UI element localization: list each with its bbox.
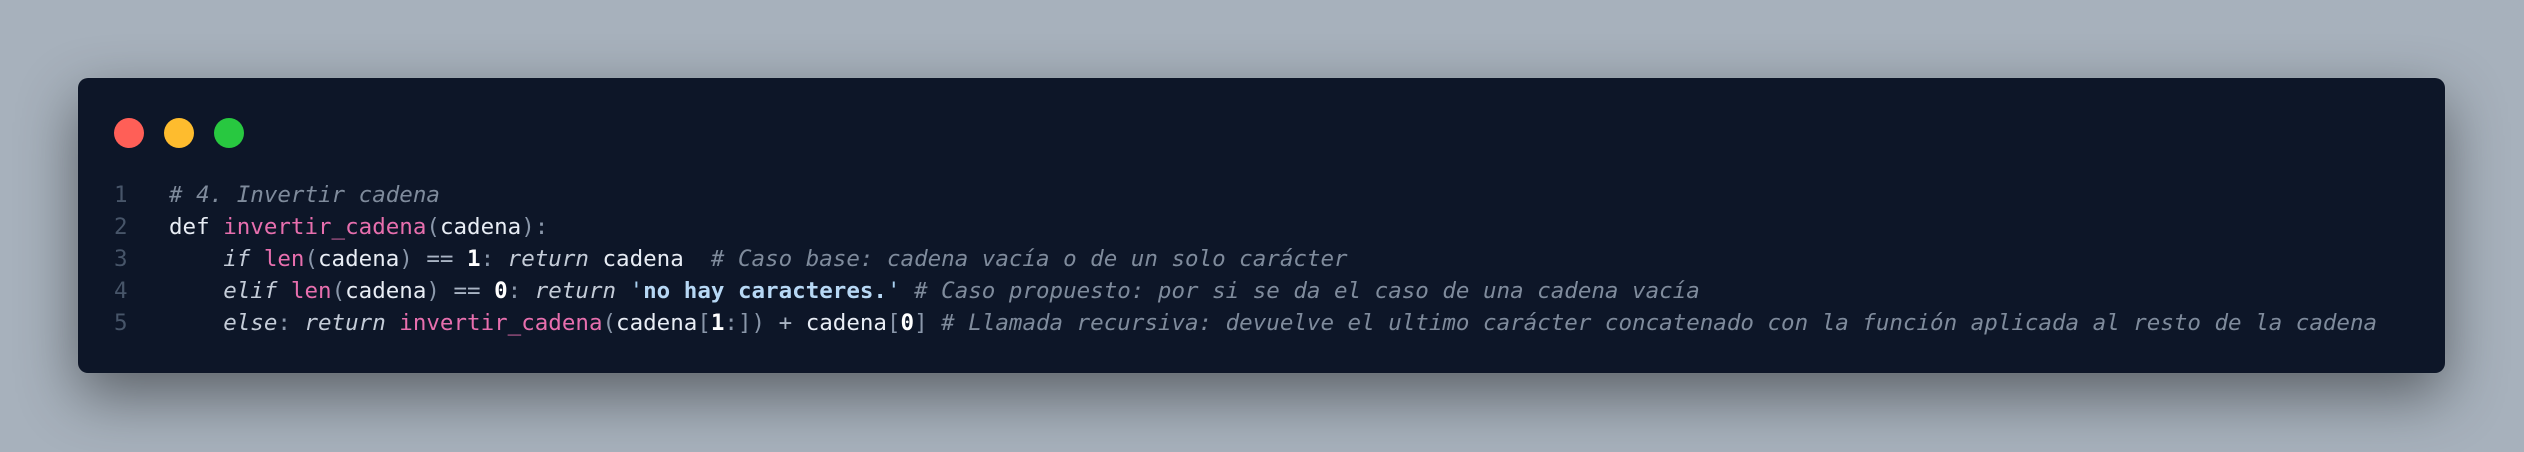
code-token-punct: ): — [521, 214, 549, 240]
code-token-comment: # 4. Invertir cadena — [169, 182, 440, 208]
code-token-ws — [589, 246, 603, 272]
code-token-punct: : — [277, 310, 291, 336]
code-token-punct: [ — [886, 310, 901, 336]
code-token-kwi: return — [534, 278, 617, 304]
line-number: 5 — [114, 310, 128, 336]
code-token-punct: : — [480, 246, 495, 272]
code-token-ws — [792, 310, 806, 336]
code-token-ws — [901, 278, 915, 304]
code-token-ws — [169, 310, 223, 336]
code-line: 4 elif len(cadena) == 0: return 'no hay … — [78, 275, 2445, 307]
window-controls — [114, 118, 244, 148]
code-token-strq: ' — [886, 278, 901, 304]
code-token-kwi: elif — [223, 278, 278, 304]
code-token-ws — [169, 246, 223, 272]
code-token-ws — [453, 246, 467, 272]
code-token-punct: ) — [399, 246, 413, 272]
code-token-ws — [169, 278, 223, 304]
line-number: 1 — [114, 182, 128, 208]
code-token-punct: : — [507, 278, 522, 304]
code-token-punct: ( — [602, 310, 617, 336]
code-token-id: cadena — [318, 246, 400, 272]
code-token-ws — [250, 246, 264, 272]
close-window-button[interactable] — [114, 118, 144, 148]
line-number: 2 — [114, 214, 128, 240]
code-token-builtin: len — [290, 278, 332, 304]
code-token-comment: # Llamada recursiva: devuelve el ultimo … — [941, 310, 2378, 336]
code-token-id: cadena — [602, 246, 684, 272]
code-token-ws — [277, 278, 291, 304]
code-token-id: cadena — [805, 310, 887, 336]
code-token-comment: # Caso base: cadena vacía o de un solo c… — [710, 246, 1348, 272]
code-token-ws — [440, 278, 454, 304]
code-token-kwi: return — [304, 310, 386, 336]
code-token-ws — [210, 214, 224, 240]
code-token-num: 0 — [494, 278, 508, 304]
code-token-comment: # Caso propuesto: por si se da el caso d… — [914, 278, 1700, 304]
code-token-kwi: if — [223, 246, 251, 272]
code-line: 5 else: return invertir_cadena(cadena[1:… — [78, 307, 2445, 339]
code-token-ws — [684, 246, 711, 272]
minimize-window-button[interactable] — [164, 118, 194, 148]
code-token-kwi: else — [223, 310, 278, 336]
code-token-punct: ) — [426, 278, 440, 304]
code-token-ws — [413, 246, 427, 272]
code-token-builtin: len — [263, 246, 305, 272]
code-token-strq: ' — [629, 278, 644, 304]
code-token-op: == — [426, 246, 454, 272]
code-token-ws — [386, 310, 400, 336]
code-token-num: 1 — [467, 246, 481, 272]
code-token-id: cadena — [439, 214, 522, 240]
code-token-fn: invertir_cadena — [399, 310, 603, 336]
code-token-op: + — [778, 310, 793, 336]
code-token-kw: def — [169, 214, 210, 240]
code-token-ws — [291, 310, 305, 336]
maximize-window-button[interactable] — [214, 118, 244, 148]
code-token-ws — [616, 278, 630, 304]
code-token-punct: ( — [331, 278, 346, 304]
code-token-str: no hay caracteres. — [643, 278, 887, 304]
code-token-punct: [ — [697, 310, 711, 336]
code-token-punct: ( — [426, 214, 440, 240]
code-token-kwi: return — [507, 246, 589, 272]
code-token-num: 0 — [900, 310, 915, 336]
code-token-punct: ] — [914, 310, 928, 336]
code-token-ws — [928, 310, 942, 336]
code-line: 2 def invertir_cadena(cadena): — [78, 211, 2445, 243]
code-token-punct: :]) — [724, 310, 766, 336]
line-number: 3 — [114, 246, 128, 272]
code-token-punct: ( — [304, 246, 319, 272]
code-token-ws — [481, 278, 495, 304]
code-token-num: 1 — [710, 310, 725, 336]
code-window: 1 # 4. Invertir cadena 2 def invertir_caden… — [78, 78, 2445, 373]
code-token-id: cadena — [345, 278, 427, 304]
code-token-ws — [765, 310, 779, 336]
code-line: 1 # 4. Invertir cadena — [78, 179, 2445, 211]
code-token-id: cadena — [616, 310, 698, 336]
code-token-fn: invertir_cadena — [223, 214, 427, 240]
code-block[interactable]: 1 # 4. Invertir cadena 2 def invertir_caden… — [78, 179, 2445, 339]
code-token-ws — [494, 246, 508, 272]
code-line: 3 if len(cadena) == 1: return cadena # C… — [78, 243, 2445, 275]
line-number: 4 — [114, 278, 128, 304]
code-token-op: == — [453, 278, 481, 304]
code-token-ws — [521, 278, 535, 304]
